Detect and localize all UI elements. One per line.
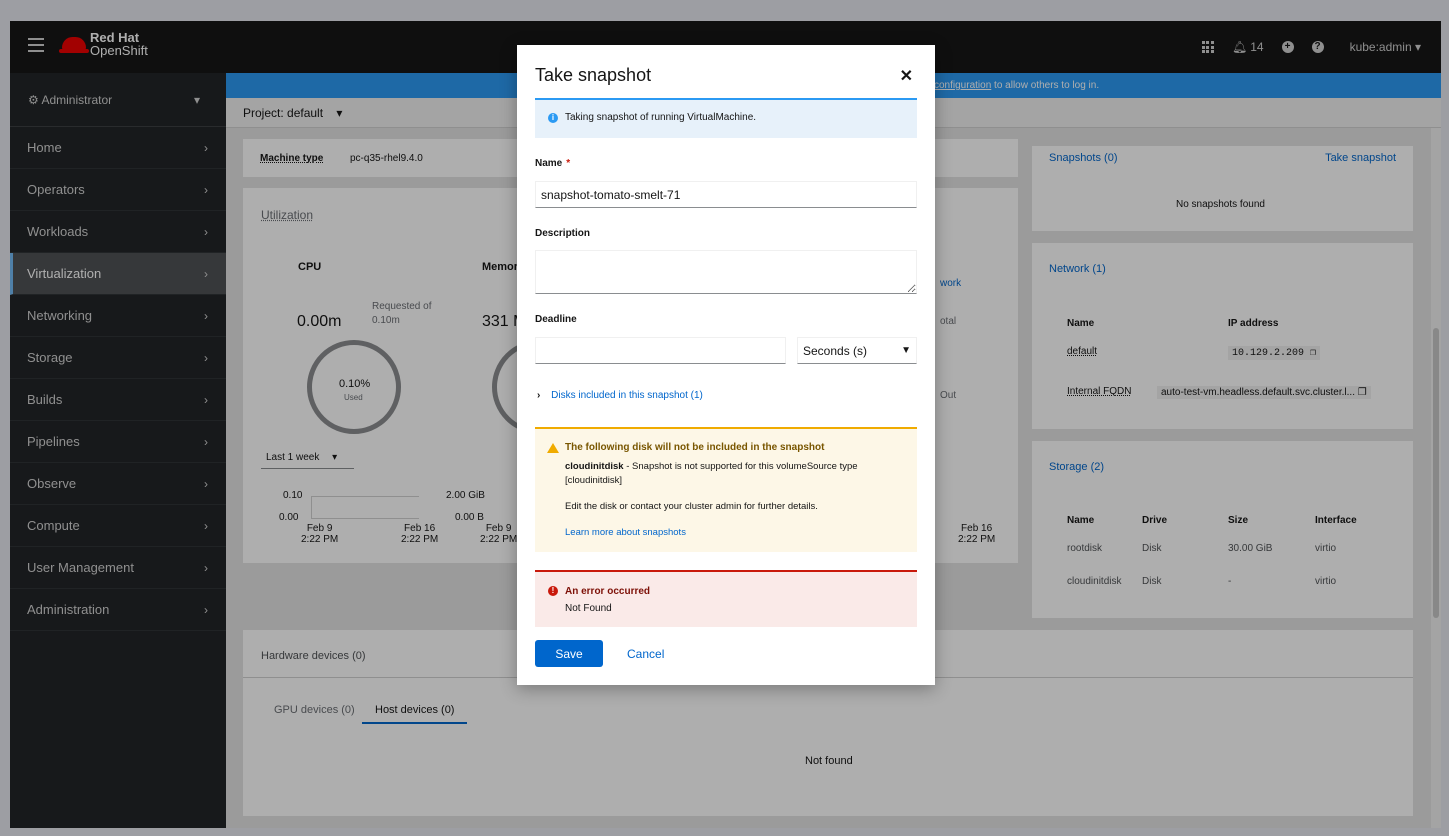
warning-body: cloudinitdisk - Snapshot is not supporte… bbox=[565, 460, 895, 488]
deadline-input[interactable] bbox=[535, 337, 786, 364]
warning-hint: Edit the disk or contact your cluster ad… bbox=[565, 501, 818, 512]
deadline-unit-value: Seconds (s) bbox=[803, 343, 868, 358]
error-alert: ! An error occurred Not Found bbox=[535, 570, 917, 627]
name-label: Name * bbox=[535, 158, 571, 169]
learn-more-snapshots-link[interactable]: Learn more about snapshots bbox=[565, 527, 686, 538]
take-snapshot-modal: Take snapshot ✕ i Taking snapshot of run… bbox=[517, 45, 935, 685]
deadline-unit-select[interactable]: Seconds (s) ▼ bbox=[797, 337, 917, 364]
disks-expander[interactable]: › Disks included in this snapshot (1) bbox=[537, 390, 703, 401]
snapshot-name-input[interactable] bbox=[535, 181, 917, 208]
required-marker: * bbox=[566, 158, 571, 169]
error-message: Not Found bbox=[565, 603, 612, 614]
warning-triangle-icon bbox=[547, 443, 559, 453]
warning-disk: cloudinitdisk bbox=[565, 461, 624, 472]
info-circle-icon: i bbox=[548, 113, 558, 123]
caret-down-icon: ▼ bbox=[901, 344, 911, 356]
deadline-label: Deadline bbox=[535, 314, 577, 325]
warning-alert: The following disk will not be included … bbox=[535, 427, 917, 552]
exclamation-circle-icon: ! bbox=[548, 586, 558, 596]
error-title: An error occurred bbox=[565, 586, 651, 597]
description-textarea[interactable] bbox=[535, 250, 917, 294]
warning-title: The following disk will not be included … bbox=[565, 442, 825, 453]
modal-title: Take snapshot bbox=[535, 65, 652, 85]
info-alert: i Taking snapshot of running VirtualMach… bbox=[535, 98, 917, 138]
close-icon[interactable]: ✕ bbox=[900, 66, 913, 86]
save-button[interactable]: Save bbox=[535, 640, 603, 667]
disks-expander-label: Disks included in this snapshot (1) bbox=[551, 390, 703, 401]
info-alert-text: Taking snapshot of running VirtualMachin… bbox=[565, 112, 757, 123]
chevron-right-icon: › bbox=[537, 390, 541, 401]
cancel-button[interactable]: Cancel bbox=[617, 640, 674, 667]
description-label: Description bbox=[535, 228, 591, 239]
